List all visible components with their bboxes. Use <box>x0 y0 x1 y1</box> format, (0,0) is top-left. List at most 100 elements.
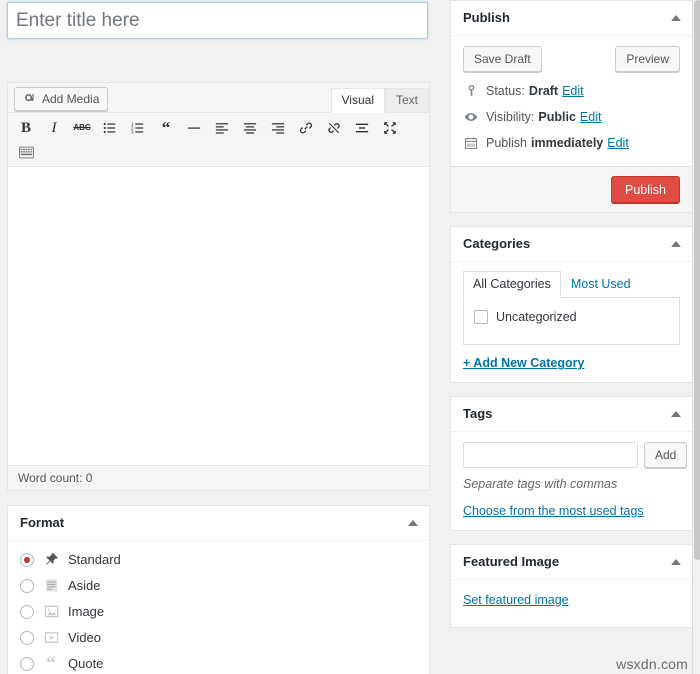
radio-image[interactable] <box>20 604 34 619</box>
add-media-icon <box>23 92 37 106</box>
category-item-uncategorized[interactable]: Uncategorized <box>474 310 669 325</box>
radio-quote[interactable] <box>20 656 34 671</box>
publish-panel-header[interactable]: Publish <box>451 1 692 36</box>
status-value: Draft <box>528 83 559 98</box>
preview-button[interactable]: Preview <box>615 45 680 72</box>
format-option-aside[interactable]: Aside <box>20 573 417 599</box>
radio-video[interactable] <box>20 630 34 645</box>
format-panel-title: Format <box>20 515 65 530</box>
format-panel: Format Standard Aside Image Video “ Quot… <box>7 505 430 674</box>
tags-panel-header[interactable]: Tags <box>451 397 692 433</box>
visibility-prefix: Visibility: <box>486 109 535 124</box>
editor-mode-tabs: Visual Text <box>330 88 429 113</box>
tags-panel: Tags Add Separate tags with commas Choos… <box>450 396 693 532</box>
toolbar-row-2 <box>12 140 425 164</box>
schedule-edit-link[interactable]: Edit <box>607 135 629 151</box>
tab-visual[interactable]: Visual <box>330 88 385 113</box>
quote-icon: “ <box>46 652 56 674</box>
format-panel-header[interactable]: Format <box>8 506 429 541</box>
chevron-up-icon[interactable] <box>666 404 686 424</box>
watermark: wsxdn.com <box>616 656 688 672</box>
set-featured-image-link[interactable]: Set featured image <box>463 593 569 607</box>
align-right-icon[interactable] <box>264 116 292 140</box>
publish-meta-list: Status: Draft Edit Visibility: Public Ed… <box>451 74 692 167</box>
categories-panel-title: Categories <box>463 236 531 252</box>
tags-input[interactable] <box>463 442 638 469</box>
featured-image-body: Set featured image <box>451 580 692 627</box>
formatting-toolbar: B I ABC 1 2 3 “ <box>8 113 429 167</box>
horizontal-rule-icon[interactable] <box>180 116 208 140</box>
most-used-tags-link[interactable]: Choose from the most used tags <box>463 504 644 518</box>
post-title-input[interactable] <box>7 2 428 39</box>
format-option-quote[interactable]: “ Quote <box>20 651 417 674</box>
radio-standard[interactable] <box>20 552 34 567</box>
status-edit-link[interactable]: Edit <box>562 83 584 99</box>
svg-text:3: 3 <box>131 130 134 135</box>
featured-image-panel-title: Featured Image <box>463 554 560 570</box>
chevron-up-icon[interactable] <box>666 552 686 572</box>
categories-panel: Categories All Categories Most Used Unca… <box>450 226 693 384</box>
add-media-button[interactable]: Add Media <box>14 87 109 111</box>
strikethrough-icon[interactable]: ABC <box>68 116 96 140</box>
post-editor-screen: Add Media Visual Text B I ABC <box>0 0 700 674</box>
toolbar-toggle-icon[interactable] <box>12 140 40 164</box>
format-label-quote: Quote <box>68 656 104 672</box>
add-new-category-link[interactable]: + Add New Category <box>463 356 584 370</box>
chevron-up-icon[interactable] <box>403 513 423 533</box>
publish-footer: Publish <box>451 166 692 213</box>
sidebar-column: Publish Save Draft Preview Status: Draft… <box>450 0 693 641</box>
visibility-value: Public <box>538 109 576 124</box>
editor-column: Add Media Visual Text B I ABC <box>7 0 432 674</box>
format-label-image: Image <box>68 604 105 620</box>
scrollbar-thumb[interactable] <box>694 0 700 560</box>
tab-all-categories[interactable]: All Categories <box>463 270 561 299</box>
tags-body: Add Separate tags with commas Choose fro… <box>451 432 692 530</box>
word-count-bar: Word count: 0 <box>8 465 429 490</box>
read-more-icon[interactable] <box>348 116 376 140</box>
visibility-edit-link[interactable]: Edit <box>580 109 602 125</box>
add-tag-button[interactable]: Add <box>644 442 688 469</box>
align-left-icon[interactable] <box>208 116 236 140</box>
schedule-prefix: Publish <box>486 136 527 151</box>
radio-aside[interactable] <box>20 578 34 593</box>
save-draft-button[interactable]: Save Draft <box>463 45 542 72</box>
blockquote-icon[interactable]: “ <box>152 116 180 140</box>
status-row: Status: Draft Edit <box>463 78 680 104</box>
aside-icon <box>42 577 60 595</box>
categories-body: All Categories Most Used Uncategorized +… <box>451 262 692 383</box>
post-content-area[interactable] <box>8 167 429 465</box>
featured-image-panel: Featured Image Set featured image <box>450 544 693 628</box>
italic-icon[interactable]: I <box>40 116 68 140</box>
align-center-icon[interactable] <box>236 116 264 140</box>
numbered-list-icon[interactable]: 1 2 3 <box>124 116 152 140</box>
bold-icon[interactable]: B <box>12 116 40 140</box>
checkbox-uncategorized[interactable] <box>474 310 488 325</box>
insert-link-icon[interactable] <box>292 116 320 140</box>
category-label-uncategorized: Uncategorized <box>496 310 577 325</box>
image-icon <box>42 603 60 621</box>
content-editor: Add Media Visual Text B I ABC 1 2 3 “ Wo… <box>7 82 430 491</box>
status-prefix: Status: <box>486 83 525 98</box>
tab-most-used[interactable]: Most Used <box>561 271 641 299</box>
format-option-standard[interactable]: Standard <box>20 547 417 573</box>
format-options-list: Standard Aside Image Video “ Quote <box>8 541 429 674</box>
tags-input-row: Add <box>463 442 688 469</box>
format-label-video: Video <box>68 630 102 646</box>
publish-button[interactable]: Publish <box>611 176 680 204</box>
featured-image-panel-header[interactable]: Featured Image <box>451 545 692 580</box>
page-scrollbar[interactable] <box>692 0 700 674</box>
chevron-up-icon[interactable] <box>666 234 686 254</box>
categories-panel-header[interactable]: Categories <box>451 227 692 262</box>
tags-hint: Separate tags with commas <box>463 477 618 492</box>
toolbar-row-1: B I ABC 1 2 3 “ <box>12 116 425 140</box>
video-icon <box>42 629 60 647</box>
tab-text[interactable]: Text <box>384 88 429 113</box>
format-option-image[interactable]: Image <box>20 599 417 625</box>
unlink-icon[interactable] <box>320 116 348 140</box>
chevron-up-icon[interactable] <box>666 8 686 28</box>
format-option-video[interactable]: Video <box>20 625 417 651</box>
bulleted-list-icon[interactable] <box>96 116 124 140</box>
calendar-icon <box>463 135 479 151</box>
fullscreen-icon[interactable] <box>376 116 404 140</box>
eye-icon <box>463 109 479 125</box>
